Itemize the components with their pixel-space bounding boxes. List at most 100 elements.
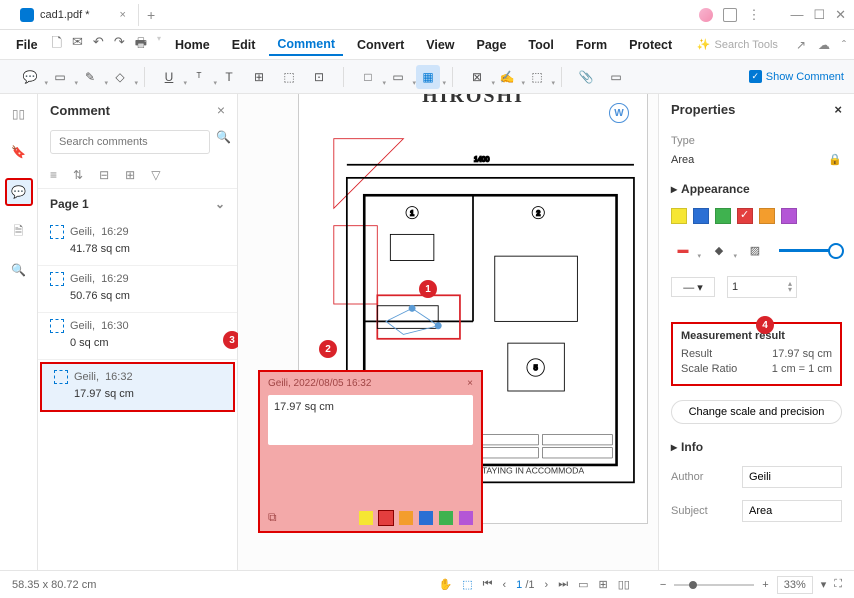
redo-icon[interactable]: ↷ [114,34,125,56]
comment-item-selected[interactable]: Geili,16:32 17.97 sq cm [40,362,235,412]
next-page-icon[interactable]: › [545,579,549,591]
swatch-red[interactable] [737,208,753,224]
thumbnails-icon[interactable]: ▯▯ [7,102,31,126]
fit-width-icon[interactable]: ▭ [578,578,588,591]
highlight-field-tool[interactable]: ▭ [48,65,72,89]
prev-page-icon[interactable]: ‹ [503,579,507,591]
file-menu[interactable]: File [8,35,46,55]
stamp2-tool[interactable]: ⊠ [465,65,489,89]
zoom-value[interactable]: 33% [777,576,813,594]
expand-all-icon[interactable]: ≡ [50,168,57,182]
stamp-tool[interactable]: ▭ [386,65,410,89]
popup-swatch[interactable] [439,511,453,525]
paperclip-icon[interactable]: 📎 [574,65,598,89]
sort-icon[interactable]: ⇅ [73,168,83,182]
hand-tool-icon[interactable]: ✋ [438,578,452,591]
popup-swatch[interactable] [359,511,373,525]
minimize-button[interactable]: — [790,7,803,22]
undo-icon[interactable]: ↶ [93,34,104,56]
comments-icon[interactable]: 💬 [5,178,33,206]
shape-tool[interactable]: □ [356,65,380,89]
extension-icon[interactable] [723,8,737,22]
new-tab-button[interactable]: + [147,7,155,23]
eraser-tool[interactable]: ◇ [108,65,132,89]
open-external-icon[interactable]: ↗ [796,38,806,52]
menu-protect[interactable]: Protect [621,35,680,55]
line-style-select[interactable]: — ▾ [671,277,715,297]
page-header[interactable]: Page 1⌄ [38,189,237,219]
maximize-button[interactable]: ☐ [813,7,825,23]
area-measure-tool[interactable]: ▦ [416,65,440,89]
popup-swatch[interactable] [419,511,433,525]
underline-tool[interactable]: U [157,65,181,89]
last-page-icon[interactable]: ⏭ [558,578,568,591]
comment-item[interactable]: Geili,16:30 0 sq cm 3 [38,313,237,360]
menu-tool[interactable]: Tool [520,35,561,55]
attachments-icon[interactable]: 🗎 [7,220,31,244]
lock-icon[interactable]: 🔒 [828,153,842,166]
first-page-icon[interactable]: ⏮ [483,578,493,591]
swatch-orange[interactable] [759,208,775,224]
zoom-out-icon[interactable]: − [660,579,666,591]
callout-tool[interactable]: ⬚ [277,65,301,89]
search-tools[interactable]: Search Tools [697,38,778,51]
popup-close-icon[interactable]: × [467,378,473,389]
comment-popup[interactable]: Geili, 2022/08/05 16:32 × 17.97 sq cm ⧉ [258,370,483,533]
select-tool-icon[interactable]: ⬚ [462,578,472,591]
pattern-picker[interactable]: ▨ [743,238,767,262]
popup-swatch[interactable] [379,511,393,525]
menu-edit[interactable]: Edit [224,35,264,55]
menu-page[interactable]: Page [469,35,515,55]
close-properties-icon[interactable]: × [834,102,842,117]
comment-item[interactable]: Geili,16:29 50.76 sq cm [38,266,237,313]
fit-page-icon[interactable]: ⊞ [599,578,608,591]
note-tool[interactable]: 💬 [18,65,42,89]
popup-swatch[interactable] [459,511,473,525]
cloud-icon[interactable]: ☁ [818,38,830,52]
filter-funnel-icon[interactable]: ▽ [151,168,160,182]
subject-input[interactable] [742,500,842,522]
text-callout-tool[interactable]: ⊡ [307,65,331,89]
menu-convert[interactable]: Convert [349,35,412,55]
close-panel-icon[interactable]: × [217,102,225,118]
textbox-tool[interactable]: ⊞ [247,65,271,89]
collapse-ribbon-icon[interactable]: ˆ [842,38,846,52]
show-comment-toggle[interactable]: ✓ Show Comment [749,70,844,83]
page-current[interactable]: 1 [516,579,522,591]
swatch-yellow[interactable] [671,208,687,224]
author-input[interactable] [742,466,842,488]
change-scale-button[interactable]: Change scale and precision [671,400,842,424]
swatch-purple[interactable] [781,208,797,224]
menu-view[interactable]: View [418,35,462,55]
filter1-icon[interactable]: ⊟ [99,168,109,182]
filter2-icon[interactable]: ⊞ [125,168,135,182]
layout-icon[interactable]: ▯▯ [618,578,630,591]
swatch-green[interactable] [715,208,731,224]
popup-swatch[interactable] [399,511,413,525]
typewriter-tool[interactable]: T [217,65,241,89]
appearance-header[interactable]: ▸ Appearance [671,182,842,196]
tab-close-icon[interactable]: × [120,9,126,21]
popup-body[interactable]: 17.97 sq cm [268,395,473,445]
attachment-tool[interactable]: ⬚ [525,65,549,89]
file-tab[interactable]: cad1.pdf * × [8,4,139,26]
save-icon[interactable]: 🗋 [52,34,62,56]
comment-item[interactable]: Geili,16:29 41.78 sq cm [38,219,237,266]
search-icon[interactable]: 🔍 [216,130,231,154]
more-icon[interactable]: ⋮ [747,7,760,23]
bookmarks-icon[interactable]: 🔖 [7,140,31,164]
zoom-in-icon[interactable]: + [762,579,768,591]
print-icon[interactable]: 🖶 [135,34,147,56]
search-panel-icon[interactable]: 🔍 [7,258,31,282]
signature-tool[interactable]: ✍ [495,65,519,89]
pencil-tool[interactable]: ✎ [78,65,102,89]
comment-panel-toggle[interactable]: ▭ [604,65,628,89]
menu-comment[interactable]: Comment [269,34,343,56]
fill-color-picker[interactable]: ◆ [707,238,731,262]
border-color-picker[interactable]: ▬ [671,238,695,262]
opacity-slider[interactable] [779,249,842,252]
menu-home[interactable]: Home [167,35,218,55]
zoom-slider[interactable] [674,584,754,586]
swatch-blue[interactable] [693,208,709,224]
mail-icon[interactable]: ✉ [72,34,83,56]
